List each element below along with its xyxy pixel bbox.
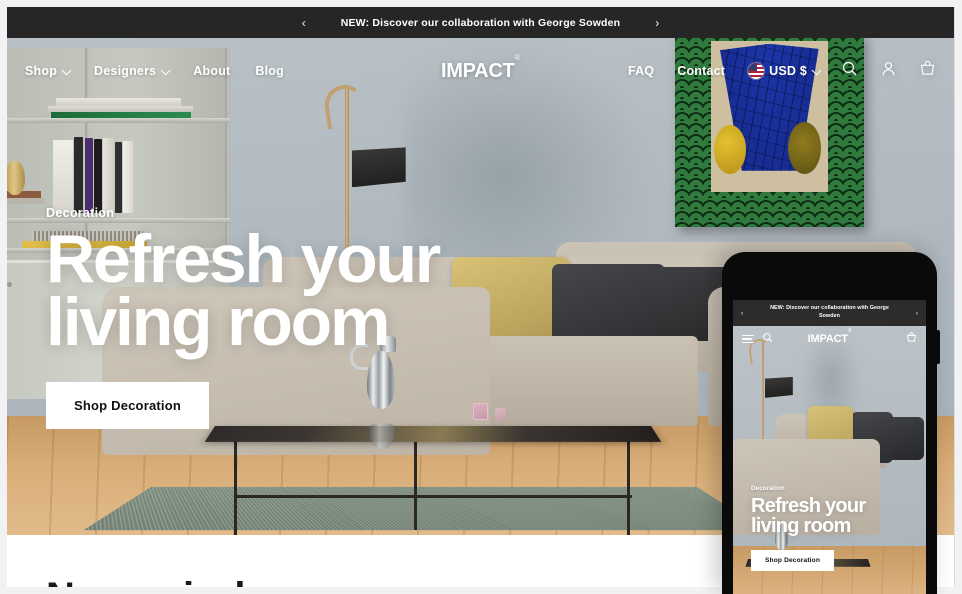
- hero-title: Refresh your living room: [46, 221, 441, 361]
- mobile-hero-content: Decoration Refresh your living room Shop…: [751, 485, 917, 571]
- mobile-announcement-prev-icon[interactable]: ‹: [741, 310, 743, 317]
- scene-lamp-shade: [351, 147, 406, 188]
- mobile-header: IMPACT®: [733, 326, 926, 352]
- secondary-navigation: FAQ Contact USD $: [520, 60, 936, 82]
- mobile-device-preview: ‹ NEW: Discover our collaboration with G…: [722, 252, 940, 594]
- chevron-down-icon: [61, 64, 72, 75]
- mobile-site-logo-text: IMPACT: [807, 333, 848, 345]
- site-header: Shop Designers About Blog IMPACT® FAQ Co…: [7, 38, 954, 104]
- account-icon[interactable]: [880, 60, 897, 82]
- us-flag-icon: [748, 63, 765, 79]
- mobile-announcement-text: NEW: Discover our collaboration with Geo…: [770, 305, 889, 319]
- nav-item-shop[interactable]: Shop: [25, 64, 72, 78]
- nav-item-designers-label: Designers: [94, 64, 157, 78]
- shop-decoration-button[interactable]: Shop Decoration: [46, 382, 210, 430]
- scene-green-rug: [82, 486, 765, 531]
- hero-content: Decoration Refresh your living room Shop…: [46, 206, 566, 430]
- hero-eyebrow: Decoration: [46, 206, 115, 220]
- site-logo[interactable]: IMPACT®: [441, 53, 520, 83]
- registered-trademark-icon: ®: [847, 328, 852, 335]
- cart-icon[interactable]: [919, 60, 936, 82]
- registered-trademark-icon: ®: [514, 52, 520, 62]
- nav-item-blog[interactable]: Blog: [255, 64, 284, 78]
- primary-navigation: Shop Designers About Blog: [25, 64, 441, 78]
- announcement-prev-icon[interactable]: ‹: [291, 17, 317, 29]
- mobile-shop-decoration-button[interactable]: Shop Decoration: [751, 549, 835, 571]
- chevron-down-icon: [811, 64, 822, 75]
- announcement-text: NEW: Discover our collaboration with Geo…: [340, 16, 621, 29]
- hamburger-menu-icon[interactable]: [742, 332, 754, 345]
- mobile-cart-icon[interactable]: [906, 330, 917, 348]
- nav-item-faq[interactable]: FAQ: [628, 64, 654, 78]
- mobile-screen: ‹ NEW: Discover our collaboration with G…: [733, 300, 926, 594]
- mobile-announcement-next-icon[interactable]: ›: [916, 310, 918, 317]
- mobile-announcement-bar: ‹ NEW: Discover our collaboration with G…: [733, 300, 926, 326]
- scene-vase: [7, 161, 26, 195]
- announcement-next-icon[interactable]: ›: [644, 17, 670, 29]
- mobile-site-logo[interactable]: IMPACT®: [807, 328, 852, 345]
- currency-selector[interactable]: USD $: [748, 63, 822, 79]
- search-icon[interactable]: [841, 60, 858, 82]
- device-side-button[interactable]: [936, 330, 940, 364]
- nav-item-shop-label: Shop: [25, 64, 58, 78]
- mobile-search-icon[interactable]: [762, 330, 773, 348]
- announcement-bar: ‹ NEW: Discover our collaboration with G…: [7, 7, 954, 38]
- nav-item-about[interactable]: About: [193, 64, 230, 78]
- nav-item-contact[interactable]: Contact: [677, 64, 725, 78]
- mobile-scene-lamp-shade: [764, 376, 793, 398]
- nav-item-designers[interactable]: Designers: [94, 64, 171, 78]
- chevron-down-icon: [160, 64, 171, 75]
- mobile-hero-eyebrow: Decoration: [751, 485, 785, 492]
- mobile-hero-title: Refresh your living room: [751, 495, 866, 538]
- site-logo-text: IMPACT: [441, 59, 515, 82]
- currency-label: USD $: [769, 64, 807, 78]
